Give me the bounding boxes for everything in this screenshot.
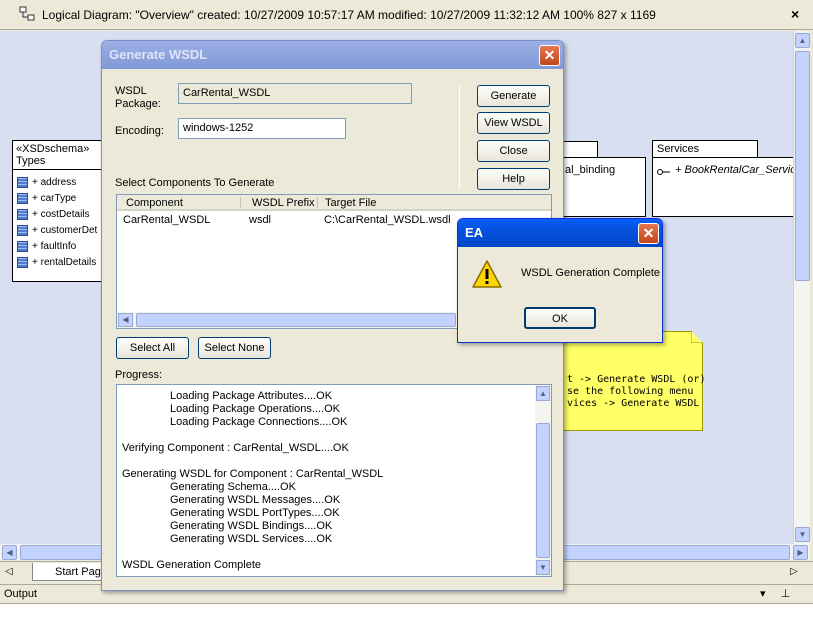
progress-line: Generating WSDL Services....OK — [170, 533, 333, 545]
column-header-target-file[interactable]: Target File — [325, 197, 376, 209]
attribute-icon — [17, 256, 28, 268]
progress-line: Loading Package Connections....OK — [170, 416, 348, 428]
diagram-info-text: Logical Diagram: "Overview" created: 10/… — [42, 8, 656, 22]
services-package-tab[interactable]: Services — [652, 140, 758, 158]
close-button[interactable]: Close — [477, 140, 550, 162]
warning-icon — [472, 260, 502, 288]
services-package[interactable]: + BookRentalCar_Servic — [652, 157, 793, 217]
row-target: C:\CarRental_WSDL.wsdl — [324, 214, 451, 226]
binding-package[interactable]: al_binding — [560, 157, 646, 217]
select-all-button[interactable]: Select All — [116, 337, 189, 359]
ea-message: WSDL Generation Complete — [521, 267, 660, 279]
attribute-icon — [17, 240, 28, 252]
progress-line: Generating WSDL PortTypes....OK — [170, 507, 340, 519]
close-icon[interactable]: × — [791, 6, 799, 22]
dialog-separator — [459, 84, 460, 189]
note-box[interactable]: t -> Generate WSDL (or) se the following … — [560, 331, 706, 431]
progress-line: Generating WSDL Messages....OK — [170, 494, 341, 506]
attribute-row: + rentalDetails — [13, 254, 107, 270]
view-wsdl-button[interactable]: View WSDL — [477, 112, 550, 134]
progress-line: Loading Package Attributes....OK — [170, 390, 333, 402]
port-icon — [657, 169, 670, 175]
progress-line: Generating WSDL Bindings....OK — [170, 520, 333, 532]
progress-log[interactable]: Loading Package Attributes....OK Loading … — [116, 384, 552, 577]
generate-wsdl-title: Generate WSDL — [109, 47, 208, 62]
tab-scroll-right-icon[interactable]: ▷ — [790, 566, 798, 577]
generate-button[interactable]: Generate — [477, 85, 550, 107]
attribute-row: + carType — [13, 190, 107, 206]
column-header-component[interactable]: Component — [126, 197, 183, 209]
vertical-scroll-thumb[interactable] — [795, 51, 810, 281]
progress-line: WSDL Generation Complete — [122, 559, 261, 571]
attribute-icon — [17, 192, 28, 204]
attribute-row: + faultInfo — [13, 238, 107, 254]
diagram-vertical-scrollbar[interactable]: ▲ ▼ — [793, 31, 810, 544]
progress-scroll-thumb[interactable] — [536, 423, 550, 558]
ok-button[interactable]: OK — [524, 307, 596, 329]
progress-line: Generating Schema....OK — [170, 481, 296, 493]
progress-scroll-down-icon[interactable]: ▼ — [536, 560, 550, 575]
note-text: t -> Generate WSDL (or) se the following … — [567, 374, 706, 409]
services-tab-label: Services — [657, 143, 700, 155]
encoding-label: Encoding: — [115, 125, 164, 137]
attribute-row: + address — [13, 174, 107, 190]
attribute-icon — [17, 208, 28, 220]
list-scroll-left-icon[interactable]: ◀ — [118, 313, 133, 327]
types-attribute-list: + address + carType + costDetails + cust… — [13, 170, 107, 270]
close-icon[interactable]: ✕ — [638, 223, 659, 244]
scroll-down-icon[interactable]: ▼ — [795, 527, 810, 542]
progress-label: Progress: — [115, 369, 163, 381]
attribute-row: + costDetails — [13, 206, 107, 222]
types-stereotype: «XSDschema» — [16, 143, 90, 155]
progress-line: Loading Package Operations....OK — [170, 403, 340, 415]
tab-start-page[interactable]: Start Pag — [32, 563, 112, 581]
diagram-info-bar: Logical Diagram: "Overview" created: 10/… — [0, 0, 813, 30]
output-title: Output — [4, 588, 38, 600]
tab-scroll-left-icon[interactable]: ◁ — [5, 566, 13, 577]
select-none-button[interactable]: Select None — [198, 337, 271, 359]
ea-title: EA — [465, 225, 484, 240]
row-prefix: wsdl — [249, 214, 272, 226]
row-component: CarRental_WSDL — [123, 214, 211, 226]
progress-scroll-up-icon[interactable]: ▲ — [536, 386, 550, 401]
types-header: «XSDschema» Types — [13, 141, 107, 170]
tab-start-page-label: Start Pag — [55, 566, 101, 578]
ea-message-dialog: EA ✕ WSDL Generation Complete OK — [457, 218, 663, 343]
binding-package-tab — [560, 141, 598, 158]
components-list-header: Component WSDL Prefix Target File — [117, 195, 551, 211]
progress-vertical-scrollbar[interactable]: ▲ ▼ — [535, 385, 551, 576]
types-name: Types — [16, 155, 46, 167]
select-components-label: Select Components To Generate — [115, 177, 275, 189]
attribute-row: + customerDet — [13, 222, 107, 238]
diagram-icon — [19, 6, 35, 21]
encoding-field[interactable]: windows-1252 — [178, 118, 346, 139]
column-header-wsdl-prefix[interactable]: WSDL Prefix — [252, 197, 315, 209]
help-button[interactable]: Help — [477, 168, 550, 190]
wsdl-package-field: CarRental_WSDL — [178, 83, 412, 104]
attribute-icon — [17, 224, 28, 236]
scroll-right-icon[interactable]: ▶ — [793, 545, 808, 560]
list-scroll-thumb[interactable] — [136, 313, 456, 327]
scroll-up-icon[interactable]: ▲ — [795, 33, 810, 48]
progress-line: Generating WSDL for Component : CarRenta… — [122, 468, 384, 480]
progress-line: Verifying Component : CarRental_WSDL....… — [122, 442, 349, 454]
ea-titlebar[interactable]: EA — [458, 219, 662, 247]
scroll-left-icon[interactable]: ◀ — [2, 545, 17, 560]
close-icon[interactable]: ✕ — [539, 45, 560, 66]
generate-wsdl-titlebar[interactable]: Generate WSDL — [102, 41, 563, 69]
binding-label: al_binding — [565, 164, 616, 176]
services-item: + BookRentalCar_Servic — [675, 164, 793, 176]
note-fold-icon — [691, 331, 703, 343]
wsdl-package-label: WSDL Package: — [115, 85, 161, 110]
output-body[interactable] — [0, 603, 813, 627]
types-class-box[interactable]: «XSDschema» Types + address + carType + … — [12, 140, 108, 282]
attribute-icon — [17, 176, 28, 188]
